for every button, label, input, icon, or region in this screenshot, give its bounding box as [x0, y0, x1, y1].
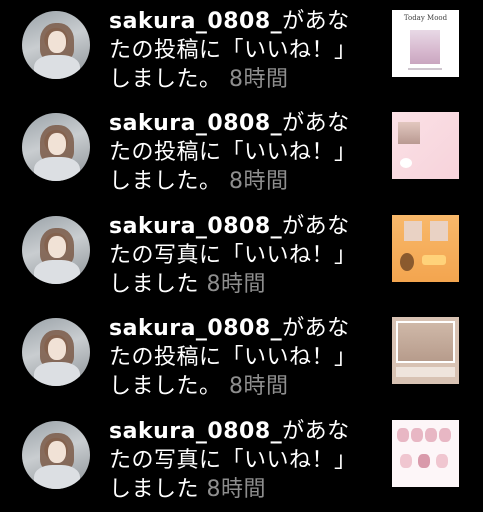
timestamp: 8時間	[206, 477, 267, 502]
thumbnail-photo	[410, 30, 440, 64]
post-thumbnail[interactable]	[392, 317, 459, 384]
avatar[interactable]	[22, 11, 90, 79]
notification-text: sakura_0808_があなたの投稿に「いいね！」しました。 8時間	[109, 109, 369, 196]
thumbnail-figure	[400, 454, 412, 468]
thumbnail-figure	[439, 428, 451, 442]
thumbnail-photo	[396, 321, 455, 363]
post-thumbnail[interactable]	[392, 112, 459, 179]
notification-text: sakura_0808_があなたの投稿に「いいね！」しました。 8時間	[109, 314, 369, 401]
avatar[interactable]	[22, 318, 90, 386]
notification-text: sakura_0808_があなたの写真に「いいね！」しました 8時間	[109, 212, 369, 299]
post-thumbnail[interactable]: Today Mood	[392, 10, 459, 77]
avatar-body	[34, 157, 80, 181]
thumbnail-character	[400, 253, 414, 271]
thumbnail-footer	[408, 68, 442, 70]
avatar-body	[34, 465, 80, 489]
avatar-body	[34, 55, 80, 79]
timestamp: 8時間	[206, 272, 267, 297]
post-thumbnail[interactable]	[392, 420, 459, 487]
thumbnail-band	[396, 367, 455, 377]
username-link[interactable]: sakura_0808_	[109, 111, 282, 136]
thumbnail-photo	[398, 122, 420, 144]
username-link[interactable]: sakura_0808_	[109, 9, 282, 34]
thumbnail-figure	[397, 428, 409, 442]
avatar-body	[34, 260, 80, 284]
notification-list: sakura_0808_があなたの投稿に「いいね！」しました。 8時間 Toda…	[0, 0, 483, 512]
avatar-face	[48, 338, 66, 360]
notification-text: sakura_0808_があなたの投稿に「いいね！」しました。 8時間	[109, 7, 369, 94]
username-link[interactable]: sakura_0808_	[109, 214, 282, 239]
timestamp: 8時間	[229, 67, 289, 92]
notification-item[interactable]: sakura_0808_があなたの投稿に「いいね！」しました。 8時間	[0, 102, 483, 204]
avatar[interactable]	[22, 113, 90, 181]
avatar[interactable]	[22, 216, 90, 284]
timestamp: 8時間	[229, 169, 289, 194]
timestamp: 8時間	[229, 374, 289, 399]
thumbnail-figure	[436, 454, 448, 468]
thumbnail-figure	[411, 428, 423, 442]
avatar-face	[48, 441, 66, 463]
thumbnail-photo	[404, 221, 422, 241]
thumbnail-figure	[425, 428, 437, 442]
notification-item[interactable]: sakura_0808_があなたの写真に「いいね！」しました 8時間	[0, 410, 483, 512]
avatar-face	[48, 133, 66, 155]
avatar-face	[48, 236, 66, 258]
username-link[interactable]: sakura_0808_	[109, 419, 282, 444]
thumbnail-caption: Today Mood	[403, 14, 448, 22]
notification-item[interactable]: sakura_0808_があなたの写真に「いいね！」しました 8時間	[0, 205, 483, 307]
notification-item[interactable]: sakura_0808_があなたの投稿に「いいね！」しました。 8時間	[0, 307, 483, 409]
thumbnail-tag	[422, 255, 446, 265]
notification-item[interactable]: sakura_0808_があなたの投稿に「いいね！」しました。 8時間 Toda…	[0, 0, 483, 102]
notification-text: sakura_0808_があなたの写真に「いいね！」しました 8時間	[109, 417, 369, 504]
thumbnail-bubble	[400, 158, 412, 168]
username-link[interactable]: sakura_0808_	[109, 316, 282, 341]
avatar-body	[34, 362, 80, 386]
avatar-face	[48, 31, 66, 53]
thumbnail-photo	[430, 221, 448, 241]
thumbnail-figure	[418, 454, 430, 468]
post-thumbnail[interactable]	[392, 215, 459, 282]
avatar[interactable]	[22, 421, 90, 489]
